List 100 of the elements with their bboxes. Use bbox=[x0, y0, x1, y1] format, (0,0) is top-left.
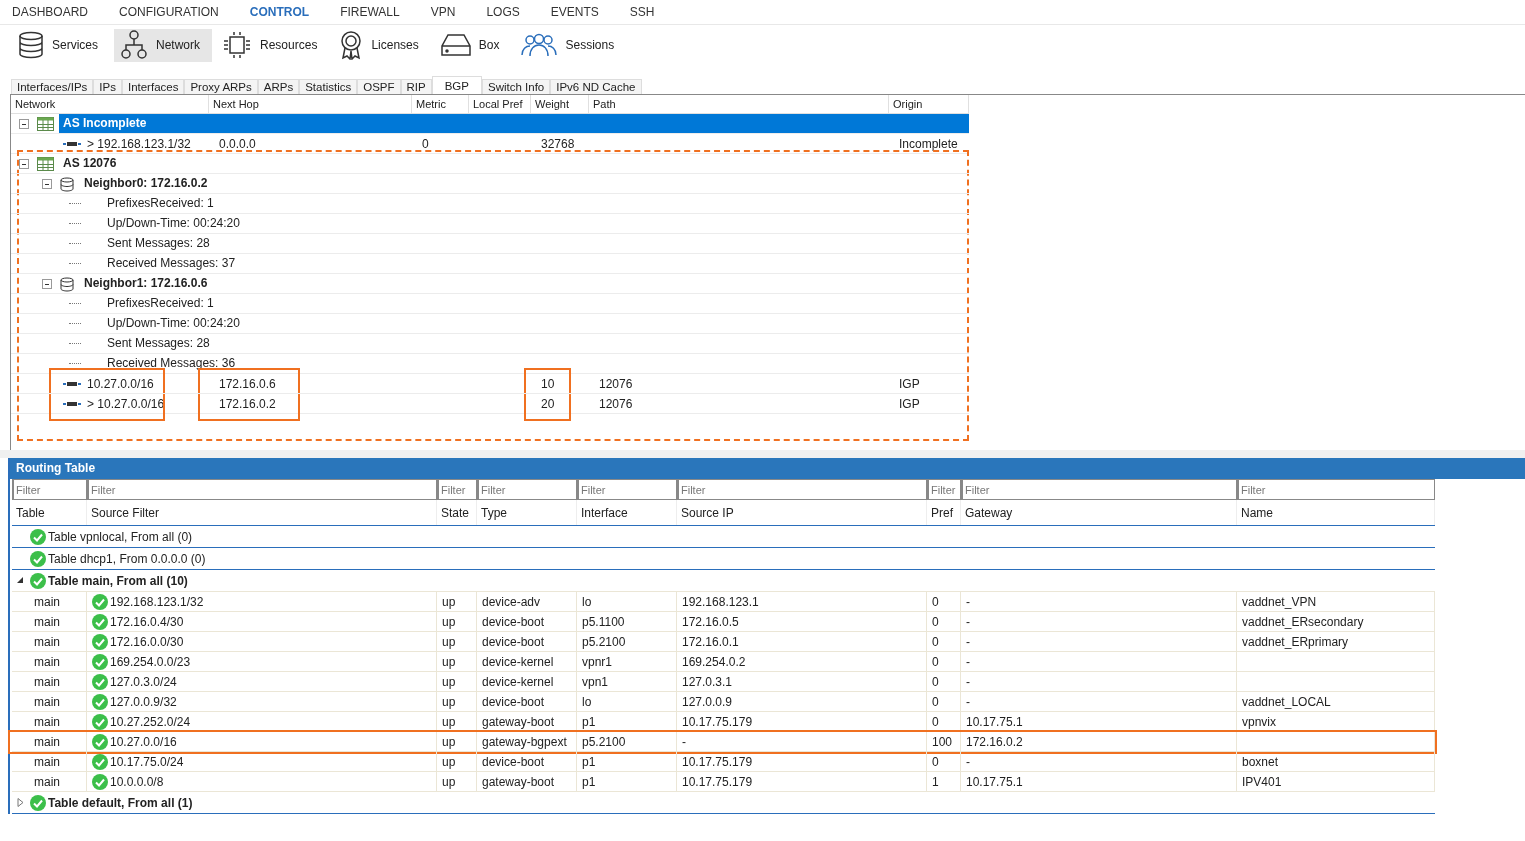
nav-tab[interactable]: EVENTS bbox=[550, 5, 599, 19]
table-cell: device-boot bbox=[482, 694, 545, 709]
tab[interactable]: Switch Info bbox=[482, 79, 551, 94]
filter-field[interactable]: Filter bbox=[1237, 479, 1435, 500]
table-cell: IPV401 bbox=[1242, 774, 1282, 789]
tab[interactable]: Proxy ARPs bbox=[184, 79, 258, 94]
nav-tab[interactable]: SSH bbox=[629, 5, 655, 19]
tab[interactable]: Interfaces/IPs bbox=[11, 79, 94, 94]
nav-tab[interactable]: CONTROL bbox=[249, 5, 310, 19]
group-label[interactable]: Table dhcp1, From 0.0.0.0 (0) bbox=[48, 551, 206, 566]
tab[interactable]: IPs bbox=[93, 79, 122, 94]
collapse-icon[interactable] bbox=[16, 577, 24, 584]
check-icon bbox=[92, 713, 108, 730]
column-header[interactable]: Pref bbox=[927, 500, 961, 525]
tab[interactable]: IPv6 ND Cache bbox=[550, 79, 642, 94]
table-cell: 32768 bbox=[541, 136, 575, 151]
table-cell: 0 bbox=[932, 754, 939, 769]
collapse-icon[interactable] bbox=[42, 179, 52, 189]
toolbar-button[interactable]: Resources bbox=[216, 28, 330, 62]
filter-field[interactable]: Filter bbox=[477, 479, 577, 500]
table-icon bbox=[37, 117, 54, 131]
table-cell: main bbox=[34, 594, 60, 609]
table-cell: - bbox=[966, 674, 970, 689]
column-header[interactable]: Source IP bbox=[677, 500, 927, 525]
neighbor-label[interactable]: Neighbor0: 172.16.0.2 bbox=[84, 174, 208, 193]
neighbor-detail: Received Messages: 36 bbox=[107, 355, 236, 372]
toolbar-button[interactable]: Licenses bbox=[333, 28, 431, 62]
tab[interactable]: Interfaces bbox=[121, 79, 185, 94]
as-group-label[interactable]: AS 12076 bbox=[59, 154, 121, 173]
route-network[interactable]: > 192.168.123.1/32 bbox=[87, 136, 191, 151]
column-header[interactable]: Name bbox=[1237, 500, 1435, 525]
nav-tab[interactable]: LOGS bbox=[486, 5, 520, 19]
table-cell: up bbox=[442, 674, 456, 689]
table-cell: up bbox=[442, 614, 456, 629]
column-header[interactable]: Type bbox=[477, 500, 577, 525]
nav-tab[interactable]: DASHBOARD bbox=[12, 5, 88, 19]
filter-field[interactable]: Filter bbox=[12, 479, 87, 500]
as-group-label[interactable]: AS Incomplete bbox=[59, 114, 969, 133]
check-icon bbox=[92, 613, 108, 630]
panel-title: Routing Table bbox=[10, 458, 1525, 479]
toolbar-button[interactable]: Sessions bbox=[515, 28, 627, 62]
filter-field[interactable]: Filter bbox=[577, 479, 677, 500]
route-network[interactable]: > 10.27.0.0/16 bbox=[87, 396, 165, 411]
table-cell: vaddnet_ERsecondary bbox=[1242, 614, 1364, 629]
collapse-icon[interactable] bbox=[19, 119, 29, 129]
neighbor-detail: Up/Down-Time: 00:24:20 bbox=[107, 215, 240, 232]
neighbor-detail: Received Messages: 37 bbox=[107, 255, 236, 272]
collapse-icon[interactable] bbox=[42, 279, 52, 289]
table-cell: lo bbox=[582, 694, 592, 709]
table-cell: device-kernel bbox=[482, 654, 554, 669]
table-cell: boxnet bbox=[1242, 754, 1279, 769]
toolbar-button[interactable]: Services bbox=[12, 28, 110, 62]
tab[interactable]: ARPs bbox=[257, 79, 300, 94]
check-icon bbox=[92, 653, 108, 670]
filter-field[interactable]: Filter bbox=[437, 479, 477, 500]
table-cell: IGP bbox=[899, 396, 920, 411]
filter-field[interactable]: Filter bbox=[961, 479, 1237, 500]
route-network[interactable]: 10.27.0.0/16 bbox=[87, 376, 154, 391]
tab[interactable]: RIP bbox=[400, 79, 432, 94]
column-header[interactable]: Source Filter bbox=[87, 500, 437, 525]
table-cell: up bbox=[442, 594, 456, 609]
group-label[interactable]: Table main, From all (10) bbox=[48, 573, 188, 588]
filter-field[interactable]: Filter bbox=[677, 479, 927, 500]
column-header[interactable]: Interface bbox=[577, 500, 677, 525]
expand-icon[interactable] bbox=[16, 798, 24, 807]
table-cell: 0 bbox=[932, 694, 939, 709]
column-header[interactable]: Gateway bbox=[961, 500, 1237, 525]
column-header[interactable]: State bbox=[437, 500, 477, 525]
toolbar-button[interactable]: Box bbox=[434, 28, 512, 62]
table-cell: main bbox=[34, 734, 60, 749]
table-cell: 10.17.75.1 bbox=[966, 714, 1023, 729]
table-cell: main bbox=[34, 774, 60, 789]
toolbar-button[interactable]: Network bbox=[114, 28, 213, 62]
neighbor-detail: Up/Down-Time: 00:24:20 bbox=[107, 315, 240, 332]
tab[interactable]: OSPF bbox=[357, 79, 401, 94]
check-icon bbox=[30, 528, 46, 545]
tab[interactable]: BGP bbox=[431, 76, 482, 94]
column-header[interactable]: Table bbox=[12, 500, 87, 525]
table-cell: 0 bbox=[932, 634, 939, 649]
table-cell: up bbox=[442, 634, 456, 649]
group-label[interactable]: Table default, From all (1) bbox=[48, 795, 193, 810]
database-icon bbox=[60, 277, 74, 292]
table-cell: lo bbox=[582, 594, 592, 609]
table-cell: up bbox=[442, 714, 456, 729]
nav-tab[interactable]: FIREWALL bbox=[340, 5, 400, 19]
collapse-icon[interactable] bbox=[19, 159, 29, 169]
drive-icon bbox=[440, 33, 471, 57]
group-label[interactable]: Table vpnlocal, From all (0) bbox=[48, 529, 193, 544]
table-cell: main bbox=[34, 754, 60, 769]
filter-field[interactable]: Filter bbox=[87, 479, 437, 500]
table-cell: p5.2100 bbox=[582, 634, 626, 649]
filter-field[interactable]: Filter bbox=[927, 479, 961, 500]
nav-tab[interactable]: CONFIGURATION bbox=[119, 5, 219, 19]
nav-tab[interactable]: VPN bbox=[430, 5, 456, 19]
table-cell: 169.254.0.0/23 bbox=[110, 654, 191, 669]
neighbor-detail: Sent Messages: 28 bbox=[107, 235, 210, 252]
table-cell: vaddnet_LOCAL bbox=[1242, 694, 1331, 709]
tab[interactable]: Statistics bbox=[299, 79, 358, 94]
table-cell: 12076 bbox=[599, 396, 633, 411]
neighbor-label[interactable]: Neighbor1: 172.16.0.6 bbox=[84, 274, 208, 293]
